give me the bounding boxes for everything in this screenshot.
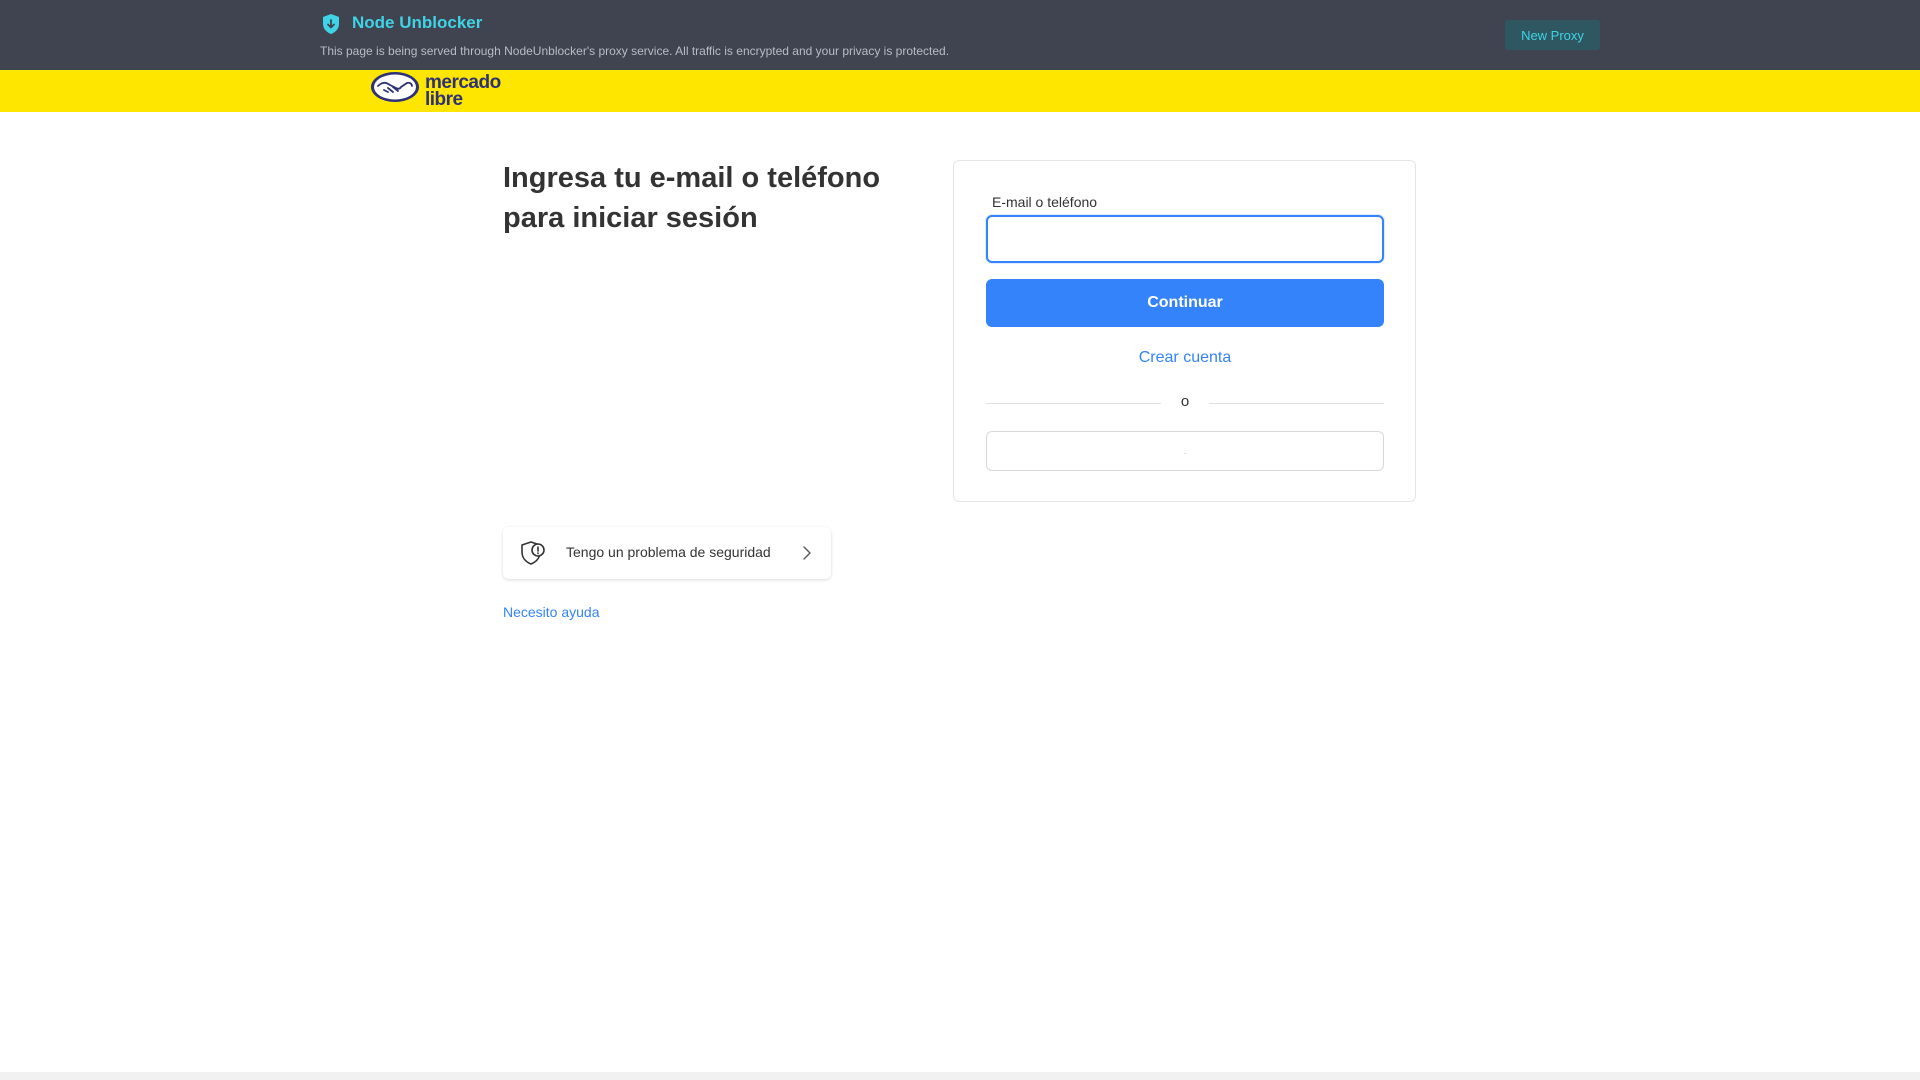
logo-text: mercado libre	[425, 70, 501, 110]
help-link[interactable]: Necesito ayuda	[503, 604, 600, 620]
divider-text: o	[1180, 393, 1190, 410]
site-header: mercado libre	[0, 70, 1920, 112]
divider-line-left	[986, 403, 1161, 404]
proxy-title: Node Unblocker	[352, 13, 483, 32]
divider-line-right	[1209, 403, 1384, 404]
chevron-right-icon	[803, 546, 811, 560]
security-problem-label: Tengo un problema de seguridad	[566, 544, 771, 560]
shield-icon	[323, 14, 339, 34]
continue-button[interactable]: Continuar	[986, 279, 1384, 327]
logo-text-line2: libre	[425, 89, 463, 110]
security-problem-button[interactable]: Tengo un problema de seguridad	[503, 527, 831, 579]
email-field-label: E-mail o teléfono	[992, 194, 1098, 210]
new-proxy-button[interactable]: New Proxy	[1505, 20, 1600, 50]
email-field[interactable]	[986, 215, 1384, 263]
proxy-bar: Node Unblocker This page is being served…	[0, 0, 1920, 70]
bottom-strip	[0, 1072, 1920, 1080]
shield-alert-icon	[521, 541, 545, 565]
alternative-login-button[interactable]: .	[986, 431, 1384, 471]
page-title: Ingresa tu e-mail o teléfono para inicia…	[503, 162, 881, 234]
create-account-link[interactable]: Crear cuenta	[986, 349, 1384, 367]
login-card: E-mail o teléfono Continuar Crear cuenta…	[953, 160, 1416, 502]
proxy-notice: This page is being served through NodeUn…	[320, 44, 950, 58]
